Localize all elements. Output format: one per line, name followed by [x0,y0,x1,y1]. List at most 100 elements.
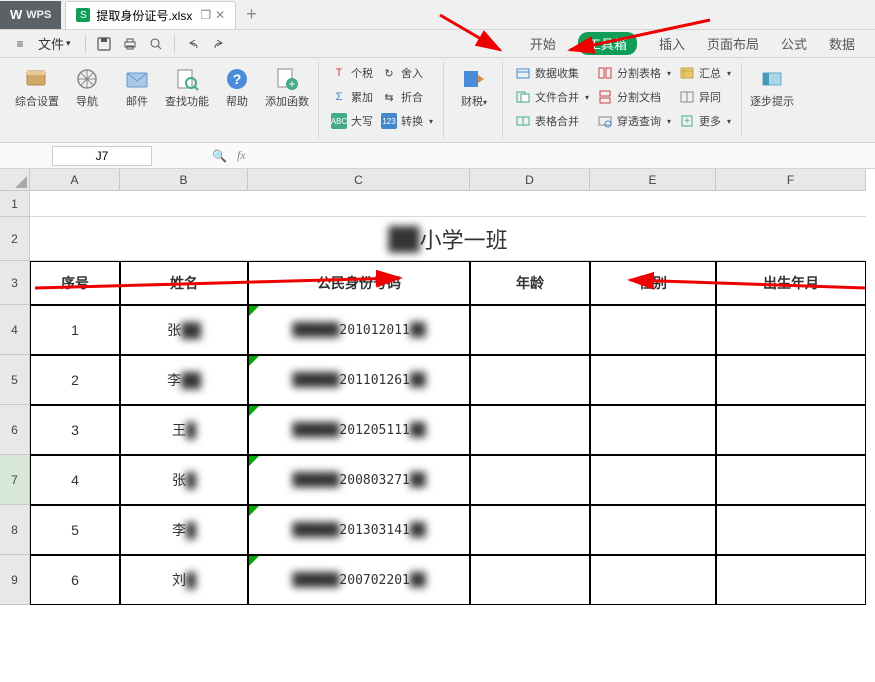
cell-birth[interactable] [716,405,866,455]
tab-data[interactable]: 数据 [829,34,855,53]
file-menu[interactable]: 文件 ▾ [38,34,71,53]
print-preview-icon[interactable] [144,33,168,55]
col-header-a[interactable]: A [30,169,120,191]
capital-button[interactable]: ABC大写 [327,110,377,132]
row-header-7[interactable]: 7 [0,455,30,505]
cell-gender[interactable] [590,555,716,605]
cell-birth[interactable] [716,555,866,605]
select-all-corner[interactable] [0,169,30,191]
row-header-3[interactable]: 3 [0,261,30,305]
cell-no[interactable]: 5 [30,505,120,555]
cell-age[interactable] [470,305,590,355]
integrated-settings-button[interactable]: 综合设置 [12,62,62,109]
search-icon[interactable]: 🔍 [212,149,227,163]
cell-name[interactable]: 张█ [120,455,248,505]
cell-gender[interactable] [590,405,716,455]
cell-id[interactable]: ██████201012011██ [248,305,470,355]
convert-button[interactable]: 123转换▾ [377,110,437,132]
new-tab-button[interactable]: + [246,4,257,25]
tab-insert[interactable]: 插入 [659,34,685,53]
step-hint-button[interactable]: 逐步提示 [750,62,794,109]
help-button[interactable]: ? 帮助 [212,62,262,109]
spreadsheet-grid[interactable]: A B C D E F 1 2 ██小学一班 3 序号 姓名 公民身份号码 年龄… [0,169,875,605]
cell-gender[interactable] [590,505,716,555]
cell-id[interactable]: ██████201101261██ [248,355,470,405]
col-header-e[interactable]: E [590,169,716,191]
cell-id[interactable]: ██████200702201██ [248,555,470,605]
title-cell[interactable]: ██小学一班 [30,217,866,261]
navigation-button[interactable]: 导航 [62,62,112,109]
print-icon[interactable] [118,33,142,55]
cell-age[interactable] [470,555,590,605]
col-header-d[interactable]: D [470,169,590,191]
row-header-9[interactable]: 9 [0,555,30,605]
row-header-4[interactable]: 4 [0,305,30,355]
cell-gender[interactable] [590,455,716,505]
cell-gender[interactable] [590,305,716,355]
redo-icon[interactable] [207,33,231,55]
tab-close-icon[interactable]: ✕ [215,8,225,22]
cell-name[interactable]: 李█ [120,505,248,555]
cell-birth[interactable] [716,355,866,405]
header-name[interactable]: 姓名 [120,261,248,305]
add-function-button[interactable]: + 添加函数 [262,62,312,109]
split-doc-button[interactable]: 分割文档 [593,86,675,108]
cell-id[interactable]: ██████201303141██ [248,505,470,555]
cell-no[interactable]: 1 [30,305,120,355]
cell-name[interactable]: 王█ [120,405,248,455]
cell-no[interactable]: 3 [30,405,120,455]
cell-age[interactable] [470,505,590,555]
find-function-button[interactable]: 查找功能 [162,62,212,109]
cell-age[interactable] [470,355,590,405]
diff-button[interactable]: 异同 [675,86,735,108]
table-merge-button[interactable]: 表格合并 [511,110,593,132]
row-header-2[interactable]: 2 [0,217,30,261]
cell-name[interactable]: 李██ [120,355,248,405]
row-header-8[interactable]: 8 [0,505,30,555]
cell-no[interactable]: 6 [30,555,120,605]
header-gender[interactable]: 性别 [590,261,716,305]
name-box[interactable]: J7 [52,146,152,166]
col-header-f[interactable]: F [716,169,866,191]
round-button[interactable]: ↻舍入 [377,62,437,84]
sum-button[interactable]: Σ累加 [327,86,377,108]
col-header-c[interactable]: C [248,169,470,191]
cell-no[interactable]: 4 [30,455,120,505]
save-icon[interactable] [92,33,116,55]
mail-button[interactable]: 邮件 [112,62,162,109]
header-birth[interactable]: 出生年月 [716,261,866,305]
header-no[interactable]: 序号 [30,261,120,305]
cell-gender[interactable] [590,355,716,405]
tax-button[interactable]: T个税 [327,62,377,84]
cell-birth[interactable] [716,505,866,555]
tab-formula[interactable]: 公式 [781,34,807,53]
split-table-button[interactable]: 分割表格▾ [593,62,675,84]
header-id[interactable]: 公民身份号码 [248,261,470,305]
row-header-1[interactable]: 1 [0,191,30,217]
tab-start[interactable]: 开始 [530,34,556,53]
collapse-button[interactable]: ⇆折合 [377,86,437,108]
cell-age[interactable] [470,455,590,505]
cell-birth[interactable] [716,305,866,355]
cell-age[interactable] [470,405,590,455]
cell-name[interactable]: 张██ [120,305,248,355]
drill-query-button[interactable]: 穿透查询▾ [593,110,675,132]
fx-icon[interactable]: fx [237,148,246,163]
undo-icon[interactable] [181,33,205,55]
col-header-b[interactable]: B [120,169,248,191]
row-header-6[interactable]: 6 [0,405,30,455]
data-collect-button[interactable]: 数据收集 [511,62,593,84]
menu-icon[interactable]: ≡ [8,33,32,55]
file-merge-button[interactable]: 文件合并▾ [511,86,593,108]
cell-no[interactable]: 2 [30,355,120,405]
cell-id[interactable]: ██████201205111██ [248,405,470,455]
more-button[interactable]: +更多▾ [675,110,735,132]
cell-birth[interactable] [716,455,866,505]
row-header-5[interactable]: 5 [0,355,30,405]
summary-button[interactable]: 汇总▾ [675,62,735,84]
tab-restore-icon[interactable]: ❐ [200,8,211,22]
cell-name[interactable]: 刘█ [120,555,248,605]
document-tab[interactable]: S 提取身份证号.xlsx ❐ ✕ [65,1,236,29]
tab-toolbox[interactable]: 工具箱 [578,32,637,55]
finance-tax-button[interactable]: 财税▾ [452,62,496,109]
